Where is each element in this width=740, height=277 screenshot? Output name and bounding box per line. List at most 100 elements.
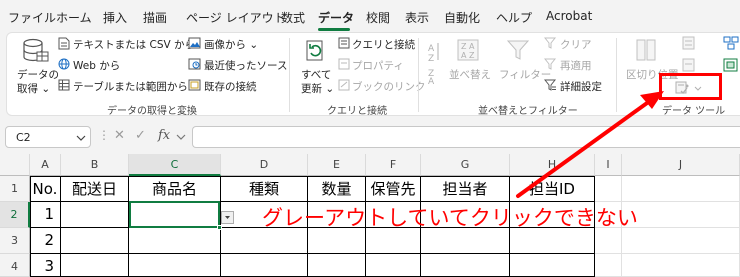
sort-icon: Z A A Z xyxy=(457,39,479,61)
group-label-queries: クエリと接続 xyxy=(327,106,387,117)
globe-icon xyxy=(58,58,70,70)
column-header-h[interactable]: H xyxy=(510,154,595,176)
column-header-b[interactable]: B xyxy=(61,154,129,176)
text-to-columns-icon xyxy=(636,39,656,61)
row-header-3[interactable]: 3 xyxy=(0,228,30,254)
tab-automate[interactable]: 自動化 xyxy=(444,9,480,26)
edit-links-label: ブックのリンク xyxy=(352,81,426,93)
name-box[interactable]: C2 xyxy=(5,126,91,148)
tab-help[interactable]: ヘルプ xyxy=(496,9,532,26)
table-cell-no[interactable]: 1 xyxy=(30,202,61,228)
column-header-d[interactable]: D xyxy=(221,154,308,176)
sort-ascending-icon: A Z Z A xyxy=(428,43,439,84)
enter-icon[interactable]: ✓ xyxy=(135,128,146,143)
from-image-label: 画像から ⌄ xyxy=(204,39,259,51)
tab-view[interactable]: 表示 xyxy=(405,9,429,26)
tab-page-layout[interactable]: ページ レイアウト xyxy=(186,9,286,26)
group-divider xyxy=(289,38,290,112)
existing-connections-icon xyxy=(188,79,201,91)
column-header-a[interactable]: A xyxy=(30,154,61,176)
svg-text:Z: Z xyxy=(428,54,434,64)
tab-data[interactable]: データ xyxy=(318,9,354,26)
refresh-all-label-1: すべて xyxy=(301,69,332,81)
group-label-sort-filter: 並べ替えとフィルター xyxy=(478,106,578,117)
recent-sources-label: 最近使ったソース xyxy=(204,60,288,72)
column-header-i[interactable]: I xyxy=(595,154,622,176)
table-header-cell[interactable]: 種類 xyxy=(221,176,308,202)
database-icon xyxy=(23,38,49,62)
queries-connections-icon xyxy=(338,37,350,49)
tab-review[interactable]: 校閲 xyxy=(366,9,390,26)
flash-fill-icon xyxy=(682,36,695,50)
table-cell[interactable] xyxy=(421,254,510,277)
table-header-cell[interactable]: No. xyxy=(30,176,61,202)
grid-cell[interactable] xyxy=(622,176,740,202)
group-divider xyxy=(616,38,617,112)
table-cell[interactable] xyxy=(61,202,129,228)
grid-cell[interactable] xyxy=(622,254,740,277)
tab-draw[interactable]: 描画 xyxy=(143,9,167,26)
column-header-j[interactable]: J xyxy=(622,154,740,176)
cancel-icon[interactable]: ✕ xyxy=(114,128,125,143)
column-header-e[interactable]: E xyxy=(308,154,366,176)
tab-home[interactable]: ホーム xyxy=(56,9,92,26)
formula-input[interactable] xyxy=(192,126,740,148)
table-header-cell[interactable]: 担当者 xyxy=(421,176,510,202)
column-header-g[interactable]: G xyxy=(421,154,510,176)
group-divider xyxy=(418,38,419,112)
dropdown-arrow-icon xyxy=(225,216,230,219)
table-cell[interactable] xyxy=(129,254,221,277)
table-cell[interactable] xyxy=(510,254,595,277)
table-header-cell[interactable]: 数量 xyxy=(308,176,366,202)
advanced-filter-label: 詳細設定 xyxy=(560,81,602,93)
link-icon xyxy=(338,79,350,91)
column-header-f[interactable]: F xyxy=(366,154,421,176)
table-header-cell[interactable]: 保管先 xyxy=(366,176,421,202)
cell-dropdown-button[interactable] xyxy=(221,211,234,224)
from-web-label: Web から xyxy=(73,60,121,72)
table-header-cell[interactable]: 配送日 xyxy=(61,176,129,202)
table-cell-no[interactable]: 2 xyxy=(30,228,61,254)
queries-connections-label: クエリと接続 xyxy=(352,39,415,51)
tab-insert[interactable]: 挿入 xyxy=(103,9,127,26)
group-label-data-tools: データ ツール xyxy=(662,106,726,117)
image-icon xyxy=(188,37,201,49)
tab-acrobat[interactable]: Acrobat xyxy=(546,9,592,23)
clear-label: クリア xyxy=(560,39,592,51)
reapply-label: 再適用 xyxy=(560,60,592,72)
active-cell-c2[interactable] xyxy=(129,201,220,228)
grid-cell[interactable] xyxy=(622,228,740,254)
table-header-cell[interactable]: 担当ID xyxy=(510,176,595,202)
table-cell[interactable] xyxy=(221,254,308,277)
table-cell-no[interactable]: 3 xyxy=(30,254,61,277)
table-icon xyxy=(58,79,70,91)
clear-filter-icon xyxy=(544,37,557,49)
table-header-cell[interactable]: 商品名 xyxy=(129,176,221,202)
column-header-c[interactable]: C xyxy=(129,154,221,176)
from-text-csv-label: テキストまたは CSV から xyxy=(73,39,196,51)
fill-handle[interactable] xyxy=(217,225,222,230)
grid-cell[interactable] xyxy=(595,176,622,202)
table-cell[interactable] xyxy=(308,254,366,277)
properties-icon xyxy=(338,58,350,70)
tab-file[interactable]: ファイル xyxy=(8,9,56,26)
grid-cell[interactable] xyxy=(622,202,740,228)
table-cell[interactable] xyxy=(129,228,221,254)
row-header-4[interactable]: 4 xyxy=(0,254,30,277)
select-all-corner[interactable] xyxy=(0,154,30,176)
svg-text:A: A xyxy=(428,44,435,54)
grid-cell[interactable] xyxy=(595,254,622,277)
table-cell[interactable] xyxy=(61,254,129,277)
row-header-1[interactable]: 1 xyxy=(0,176,30,202)
recent-sources-icon xyxy=(188,58,201,70)
table-cell[interactable] xyxy=(366,254,421,277)
annotation-highlight-box xyxy=(659,73,722,100)
row-header-2[interactable]: 2 xyxy=(0,202,30,228)
group-label-get-transform: データの取得と変換 xyxy=(107,106,197,117)
insert-function-icon[interactable]: fx xyxy=(158,128,170,143)
refresh-all-label-2: 更新 ⌄ xyxy=(301,83,335,95)
tab-formulas[interactable]: 数式 xyxy=(281,9,305,26)
table-cell[interactable] xyxy=(61,228,129,254)
get-data-label-1: データの xyxy=(17,69,59,81)
menu-bar: ファイル ホーム 挿入 描画 ページ レイアウト 数式 データ 校閲 表示 自動… xyxy=(0,0,740,32)
